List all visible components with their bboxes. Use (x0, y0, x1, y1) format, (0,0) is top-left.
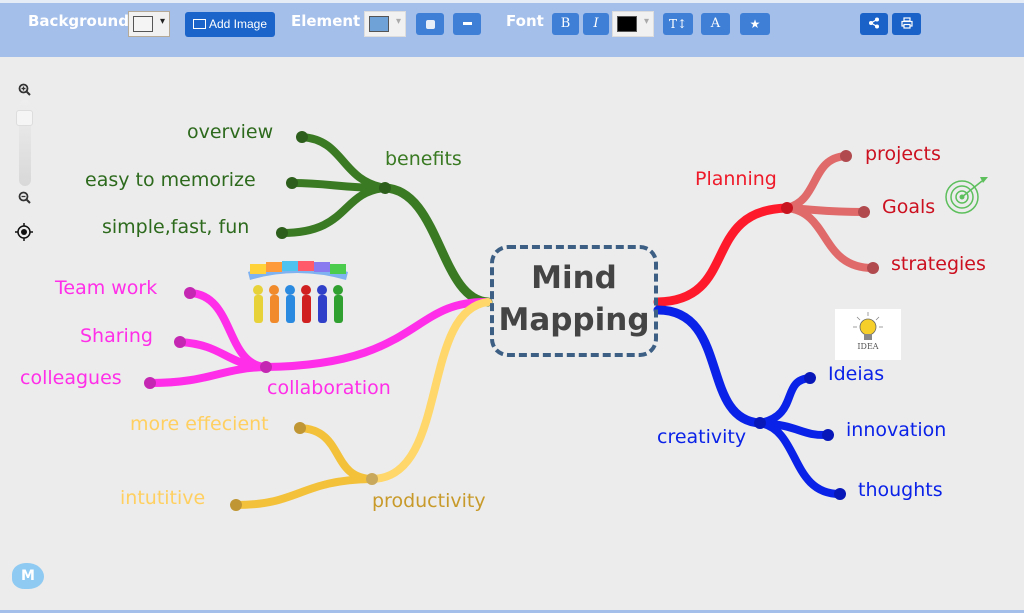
subtopic-innovation[interactable]: innovation (846, 419, 946, 441)
subtopic-strategies[interactable]: strategies (891, 253, 986, 275)
node-dot-productivity (366, 473, 378, 485)
node-dot-strategies (867, 262, 879, 274)
subtopic-thoughts[interactable]: thoughts (858, 479, 943, 501)
branch-projects (783, 152, 850, 212)
subtopic-colleagues[interactable]: colleagues (20, 367, 122, 389)
branch-creativity-main (653, 305, 765, 428)
subtopic-intutitive[interactable]: intutitive (120, 487, 205, 509)
node-dot-benefits (379, 182, 391, 194)
node-dot-sharing (174, 336, 186, 348)
branch-simple-fast-fun (278, 184, 389, 237)
subtopic-ideias[interactable]: Ideias (828, 363, 884, 385)
target-goal-icon[interactable] (942, 173, 990, 217)
node-dot-intutitive (230, 499, 242, 511)
node-dot-goals (858, 206, 870, 218)
branch-sharing (176, 338, 270, 371)
subtopic-simple-fast-fun[interactable]: simple,fast, fun (102, 216, 249, 238)
topic-planning[interactable]: Planning (695, 168, 777, 190)
subtopic-team-work[interactable]: Team work (55, 277, 157, 299)
lightbulb-icon (853, 312, 883, 340)
node-dot-creativity (754, 417, 766, 429)
subtopic-projects[interactable]: projects (865, 143, 941, 165)
node-dot-ideias (804, 372, 816, 384)
node-dot-planning (781, 202, 793, 214)
app-logo[interactable]: M (12, 563, 44, 589)
subtopic-easy-to-memorize[interactable]: easy to memorize (85, 169, 256, 191)
topic-benefits[interactable]: benefits (385, 148, 462, 170)
teamwork-image[interactable] (240, 258, 355, 338)
subtopic-sharing[interactable]: Sharing (80, 325, 153, 347)
topic-productivity[interactable]: productivity (372, 490, 486, 512)
subtopic-overview[interactable]: overview (187, 121, 273, 143)
node-dot-more-effecient (294, 422, 306, 434)
node-dot-team-work (184, 287, 196, 299)
node-dot-overview (296, 131, 308, 143)
node-dot-colleagues (144, 377, 156, 389)
node-dot-simple-fast-fun (276, 227, 288, 239)
idea-caption: IDEA (857, 342, 879, 351)
central-topic-line2: Mapping (498, 302, 650, 338)
topic-collaboration[interactable]: collaboration (267, 377, 391, 399)
node-dot-projects (840, 150, 852, 162)
branch-benefits-main (380, 183, 493, 307)
node-dot-collaboration (260, 361, 272, 373)
branch-more-effecient (296, 424, 376, 483)
branch-planning-main (653, 203, 792, 307)
branch-colleagues (146, 363, 270, 387)
branch-ideias (756, 374, 814, 427)
node-dot-thoughts (834, 488, 846, 500)
branch-strategies (783, 204, 877, 272)
central-topic-line1: Mind (531, 260, 617, 296)
subtopic-more-effecient[interactable]: more effecient (130, 413, 269, 435)
topic-creativity[interactable]: creativity (657, 426, 746, 448)
idea-image[interactable]: IDEA (835, 309, 901, 360)
node-dot-easy-to-memorize (286, 177, 298, 189)
node-dot-innovation (822, 429, 834, 441)
subtopic-goals[interactable]: Goals (882, 196, 935, 218)
branch-intutitive (232, 475, 376, 509)
